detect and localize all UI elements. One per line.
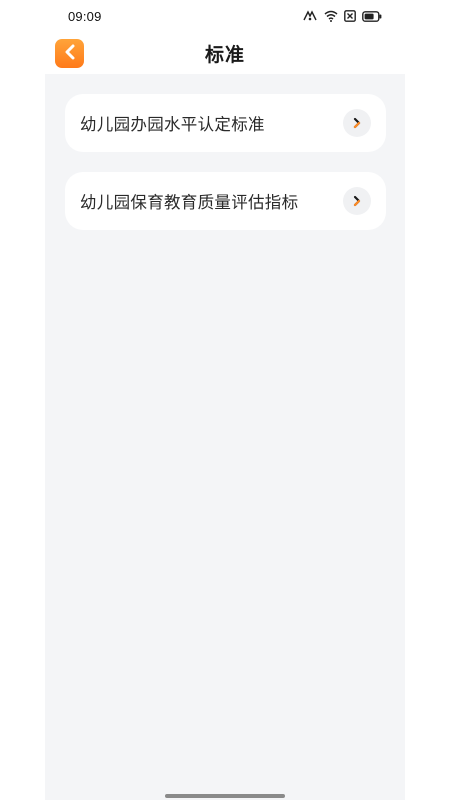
nfc-icon [302, 10, 318, 22]
page-title: 标准 [204, 44, 245, 66]
chevron-right-icon[interactable] [343, 109, 371, 137]
nav-bar: 标准 [0, 32, 450, 74]
content-area: 幼儿园办园水平认定标准 幼儿园保育教育质量评估指标 [45, 74, 405, 800]
status-time: 09:09 [68, 8, 102, 24]
wifi-icon [324, 10, 338, 22]
home-indicator[interactable] [165, 794, 285, 798]
sim-off-icon [344, 10, 356, 22]
list-item-kindergarten-level-standard[interactable]: 幼儿园办园水平认定标准 [65, 94, 386, 152]
list-item-label: 幼儿园保育教育质量评估指标 [80, 193, 299, 212]
list-item-care-education-quality-indicators[interactable]: 幼儿园保育教育质量评估指标 [65, 172, 386, 230]
status-bar: 09:09 [0, 0, 450, 32]
chevron-right-icon[interactable] [343, 187, 371, 215]
status-icons [302, 9, 382, 23]
list-item-label: 幼儿园办园水平认定标准 [80, 115, 265, 134]
battery-icon [362, 10, 382, 22]
